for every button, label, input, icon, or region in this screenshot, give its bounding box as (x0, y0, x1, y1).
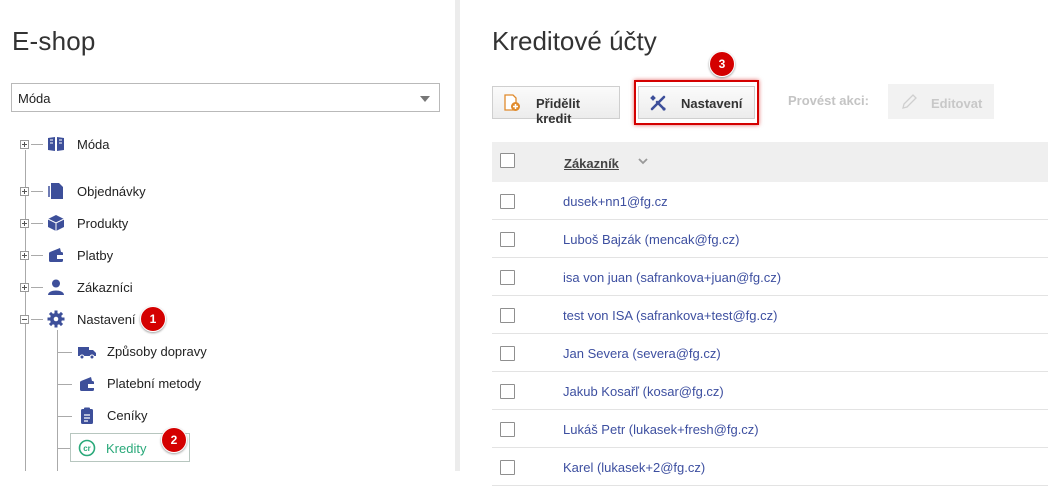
table-row[interactable]: test von ISA (safrankova+test@fg.cz) (492, 296, 1048, 334)
table-row[interactable]: Luboš Bajzák (mencak@fg.cz) (492, 220, 1048, 258)
main-content: Kreditové účty Přidělit kredit Nastavení… (460, 0, 1048, 486)
edit-button-label: Editovat (931, 96, 983, 111)
wallet-icon (80, 377, 94, 391)
row-checkbox[interactable] (500, 232, 515, 247)
customer-link[interactable]: isa von juan (safrankova+juan@fg.cz) (563, 270, 781, 285)
assign-credit-button[interactable]: Přidělit kredit (492, 86, 620, 126)
expand-toggle[interactable] (20, 187, 29, 196)
column-customer[interactable]: Zákazník (564, 156, 619, 171)
chevron-down-icon[interactable] (637, 156, 649, 166)
step-badge-2: 2 (161, 427, 187, 453)
expand-toggle[interactable] (20, 251, 29, 260)
row-checkbox[interactable] (500, 270, 515, 285)
navigation-panel: E-shop Móda Móda Objednávky Produkty Pla… (0, 0, 455, 471)
category-select[interactable]: Móda (11, 83, 440, 112)
row-checkbox[interactable] (500, 308, 515, 323)
customer-link[interactable]: Jan Severa (severa@fg.cz) (563, 346, 721, 361)
pencil-icon (902, 94, 917, 109)
edit-button[interactable]: Editovat (888, 84, 994, 119)
row-checkbox[interactable] (500, 422, 515, 437)
user-icon (48, 279, 64, 295)
customer-link[interactable]: test von ISA (safrankova+test@fg.cz) (563, 308, 777, 323)
highlight-frame (634, 80, 759, 125)
gear-icon (47, 310, 65, 328)
table-row[interactable]: Jan Severa (severa@fg.cz) (492, 334, 1048, 372)
tree-item-nastaveni[interactable]: Nastavení (77, 312, 136, 327)
row-checkbox[interactable] (500, 346, 515, 361)
customer-link[interactable]: Luboš Bajzák (mencak@fg.cz) (563, 232, 740, 247)
tree-item-moda[interactable]: Móda (77, 137, 110, 152)
collapse-toggle[interactable] (20, 315, 29, 324)
step-badge-3: 3 (709, 51, 735, 77)
tree-item-ceniky[interactable]: Ceníky (107, 408, 147, 423)
svg-text:cr: cr (83, 444, 91, 453)
customer-link[interactable]: Lukáš Petr (lukasek+fresh@fg.cz) (563, 422, 759, 437)
row-checkbox[interactable] (500, 384, 515, 399)
tree-connector (31, 191, 43, 192)
truck-icon (78, 347, 96, 360)
row-checkbox[interactable] (500, 194, 515, 209)
add-document-icon (504, 94, 520, 111)
assign-credit-label: Přidělit kredit (536, 96, 581, 126)
tree-item-platebni-metody[interactable]: Platební metody (107, 376, 201, 391)
tree-item-produkty[interactable]: Produkty (77, 216, 128, 231)
table-header: Zákazník (492, 142, 1048, 182)
customer-link[interactable]: Karel (lukasek+2@fg.cz) (563, 460, 705, 475)
tree-item-objednavky[interactable]: Objednávky (77, 184, 146, 199)
tree-item-platby[interactable]: Platby (77, 248, 113, 263)
table-row[interactable]: Lukáš Petr (lukasek+fresh@fg.cz) (492, 410, 1048, 448)
select-all-checkbox[interactable] (500, 153, 515, 168)
tree-connector (31, 287, 43, 288)
table-row[interactable]: Karel (lukasek+2@fg.cz) (492, 448, 1048, 486)
expand-toggle[interactable] (20, 219, 29, 228)
app-title: E-shop (12, 26, 96, 56)
table-row[interactable]: isa von juan (safrankova+juan@fg.cz) (492, 258, 1048, 296)
document-icon (48, 183, 63, 199)
tree-item-zpusoby-dopravy[interactable]: Způsoby dopravy (107, 344, 207, 359)
tree-connector (58, 416, 72, 417)
table-row[interactable]: Jakub Kosařľ (kosar@fg.cz) (492, 372, 1048, 410)
tree-connector (25, 150, 26, 471)
chevron-down-icon (420, 96, 430, 102)
tree-connector (31, 223, 43, 224)
tree-connector (58, 384, 72, 385)
page-title: Kreditové účty (492, 26, 657, 56)
box-icon (47, 215, 65, 231)
tree-connector (31, 319, 43, 320)
credit-icon: cr (78, 439, 96, 457)
tree-item-kredity-label: Kredity (106, 441, 147, 456)
row-checkbox[interactable] (500, 460, 515, 475)
category-select-value: Móda (18, 91, 51, 106)
expand-toggle[interactable] (20, 140, 29, 149)
book-icon (48, 137, 64, 151)
tree-connector (31, 144, 43, 145)
clipboard-icon (81, 407, 93, 424)
tree-connector (31, 255, 43, 256)
customer-link[interactable]: Jakub Kosařľ (kosar@fg.cz) (563, 384, 724, 399)
actions-label: Provést akci: (788, 93, 869, 108)
table-row[interactable]: dusek+nn1@fg.cz (492, 182, 1048, 220)
step-badge-1: 1 (140, 306, 166, 332)
customer-link[interactable]: dusek+nn1@fg.cz (563, 194, 668, 209)
expand-toggle[interactable] (20, 283, 29, 292)
tree-item-zakaznici[interactable]: Zákazníci (77, 280, 133, 295)
wallet-icon (49, 248, 63, 262)
tree-connector (58, 352, 72, 353)
